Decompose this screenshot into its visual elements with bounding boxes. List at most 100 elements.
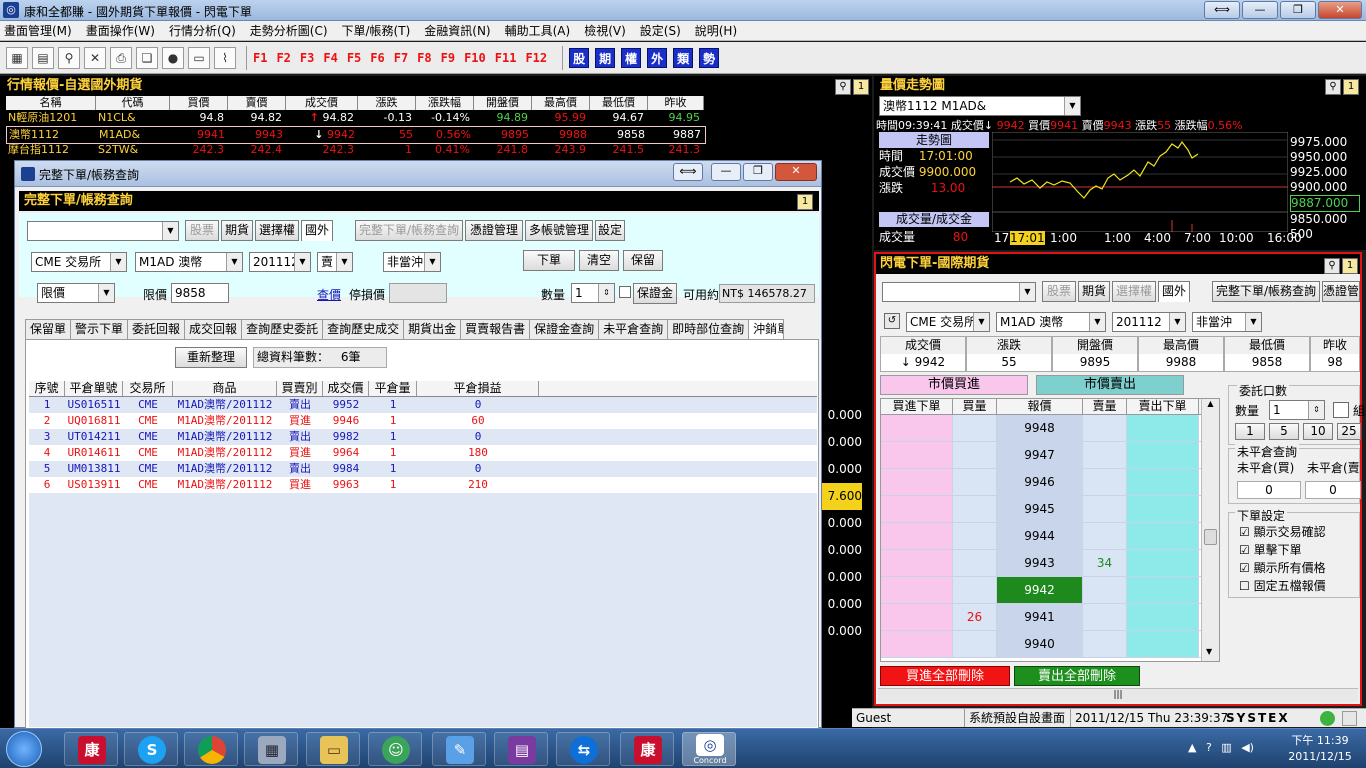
- fkey-f8[interactable]: F8: [417, 51, 431, 65]
- exchange-select[interactable]: CME 交易所 ▼: [31, 252, 127, 272]
- table-row[interactable]: 1 US016511 CME M1AD澳幣/201112 賣出 9952 1 0: [29, 397, 817, 413]
- tray-arrow-icon[interactable]: ▲: [1188, 741, 1196, 754]
- help-icon[interactable]: ?: [1206, 741, 1212, 754]
- col-pnl[interactable]: 平倉損益: [417, 381, 539, 396]
- tab-foreign[interactable]: 國外: [301, 220, 333, 241]
- checkbox-checked-icon[interactable]: ☑: [1239, 525, 1250, 539]
- taskbar-app-messenger[interactable]: ☺: [368, 732, 422, 766]
- quote-col-prev[interactable]: 昨收: [648, 96, 704, 110]
- fkey-f6[interactable]: F6: [370, 51, 384, 65]
- options-key[interactable]: 權: [621, 47, 642, 68]
- buy-order-cell[interactable]: [881, 415, 953, 441]
- taskbar-app-teamviewer[interactable]: ⇆: [556, 732, 610, 766]
- restore-size-button[interactable]: ⟺: [1204, 1, 1240, 19]
- menu-finance-info[interactable]: 金融資訊(N): [424, 22, 490, 39]
- quote-col-code[interactable]: 代碼: [96, 96, 170, 110]
- quote-col-last[interactable]: 成交價: [286, 96, 358, 110]
- product-select[interactable]: M1AD 澳幣 ▼: [135, 252, 243, 272]
- print-icon[interactable]: ⎙: [110, 46, 132, 69]
- cert-manage-tab[interactable]: 憑證管理: [465, 220, 523, 241]
- menu-quote-analysis[interactable]: 行情分析(Q): [169, 22, 236, 39]
- quote-pin-icon[interactable]: 1: [853, 79, 869, 95]
- ladder-scrollbar[interactable]: ▲ ▼: [1201, 399, 1219, 661]
- taskbar-app-calculator[interactable]: ▦: [244, 732, 298, 766]
- sub-tab-alert[interactable]: 警示下單: [70, 319, 129, 339]
- tab-options[interactable]: 選擇權: [255, 220, 299, 241]
- tab-stock[interactable]: 股票: [185, 220, 219, 241]
- clear-button[interactable]: 清空: [579, 250, 619, 271]
- side-select[interactable]: 賣 ▼: [317, 252, 353, 272]
- quick-qty-5[interactable]: 5: [1269, 423, 1299, 440]
- taskbar-app-explorer[interactable]: ▭: [306, 732, 360, 766]
- menu-help[interactable]: 說明(H): [695, 22, 737, 39]
- sub-tab-fill-report[interactable]: 成交回報: [184, 319, 243, 339]
- menu-order-account[interactable]: 下單/帳務(T): [342, 22, 411, 39]
- trend-pin-icon[interactable]: 1: [1343, 79, 1359, 95]
- buy-order-cell[interactable]: [881, 604, 953, 630]
- quote-col-bid[interactable]: 買價: [170, 96, 228, 110]
- quote-col-ask[interactable]: 賣價: [228, 96, 286, 110]
- flash-pin-icon[interactable]: 1: [1342, 258, 1358, 274]
- quote-search-icon[interactable]: ⚲: [835, 79, 851, 95]
- fkey-f10[interactable]: F10: [464, 51, 486, 65]
- market-sell-button[interactable]: 市價賣出: [1036, 375, 1184, 395]
- order-pin-icon[interactable]: 1: [797, 194, 813, 210]
- reorganize-button[interactable]: 重新整理: [175, 347, 247, 368]
- stop-price-input[interactable]: [389, 283, 447, 303]
- taskbar-app-concord[interactable]: ◎ Concord: [682, 732, 736, 766]
- qty-spinner[interactable]: 1 ⇕: [571, 283, 615, 303]
- fkey-f4[interactable]: F4: [323, 51, 337, 65]
- sub-tab-history-orders[interactable]: 查詢歷史委託: [241, 319, 324, 339]
- scroll-up-icon[interactable]: ▲: [1202, 399, 1219, 408]
- offset-select[interactable]: 非當沖 ▼: [383, 252, 441, 272]
- buy-order-cell[interactable]: [881, 469, 953, 495]
- network-icon[interactable]: ▥: [1221, 741, 1231, 754]
- checkbox-checked-icon[interactable]: ☑: [1239, 561, 1250, 575]
- margin-button[interactable]: 保證金: [633, 283, 677, 304]
- delete-all-buy-button[interactable]: 買進全部刪除: [880, 666, 1010, 686]
- sub-tab-reserved[interactable]: 保留單: [25, 319, 72, 339]
- buy-order-cell[interactable]: [881, 577, 953, 603]
- sell-order-cell[interactable]: [1127, 604, 1199, 630]
- flash-month-select[interactable]: 201112 ▼: [1112, 312, 1186, 332]
- close-button[interactable]: ✕: [1318, 1, 1362, 19]
- quote-col-high[interactable]: 最高價: [532, 96, 590, 110]
- scroll-thumb[interactable]: [1204, 529, 1217, 545]
- sell-order-cell[interactable]: [1127, 523, 1199, 549]
- delete-all-sell-button[interactable]: 賣出全部刪除: [1014, 666, 1140, 686]
- sub-tab-offset[interactable]: 沖銷單: [748, 319, 785, 339]
- menu-tools[interactable]: 輔助工具(A): [505, 22, 571, 39]
- sell-order-cell[interactable]: [1127, 415, 1199, 441]
- quote-col-pct[interactable]: 漲跌幅: [416, 96, 474, 110]
- taskbar-app-winrar[interactable]: ▤: [494, 732, 548, 766]
- taskbar-app-skype[interactable]: S: [124, 732, 178, 766]
- flash-tab-futures[interactable]: 期貨: [1078, 281, 1110, 302]
- flash-horizontal-scrollbar[interactable]: |||: [878, 688, 1358, 702]
- qty-checkbox[interactable]: [1333, 402, 1349, 418]
- fkey-f3[interactable]: F3: [300, 51, 314, 65]
- start-button[interactable]: [6, 731, 42, 767]
- query-price-link[interactable]: 查價: [317, 286, 341, 303]
- refresh-icon[interactable]: ↺: [884, 313, 900, 329]
- flash-tab-options[interactable]: 選擇權: [1112, 281, 1156, 302]
- trend-search-icon[interactable]: ⚲: [1325, 79, 1341, 95]
- sell-order-cell[interactable]: [1127, 550, 1199, 576]
- quote-row[interactable]: 摩台指1112 S2TW& 242.3 242.4 242.3 1 0.41% …: [6, 142, 704, 158]
- sub-tab-withdraw[interactable]: 期貨出金: [403, 319, 462, 339]
- checkbox-empty-icon[interactable]: ☐: [1239, 579, 1250, 593]
- category-key[interactable]: 類: [673, 47, 694, 68]
- sub-tab-history-fills[interactable]: 查詢歷史成交: [322, 319, 405, 339]
- settings-status-icon[interactable]: [1342, 711, 1357, 726]
- buy-order-cell[interactable]: [881, 496, 953, 522]
- market-buy-button[interactable]: 市價買進: [880, 375, 1028, 395]
- quote-col-name[interactable]: 名稱: [6, 96, 96, 110]
- quick-qty-10[interactable]: 10: [1303, 423, 1333, 440]
- quick-qty-1[interactable]: 1: [1235, 423, 1265, 440]
- fkey-f5[interactable]: F5: [347, 51, 361, 65]
- full-order-button[interactable]: 完整下單/帳務查詢: [1212, 281, 1320, 302]
- taskbar-app-trading1[interactable]: 康: [64, 732, 118, 766]
- sell-order-cell[interactable]: [1127, 577, 1199, 603]
- taskbar-app-chrome[interactable]: [184, 732, 238, 766]
- flash-account-select[interactable]: ▼: [882, 282, 1036, 302]
- taskbar-app-paint[interactable]: ✎: [432, 732, 486, 766]
